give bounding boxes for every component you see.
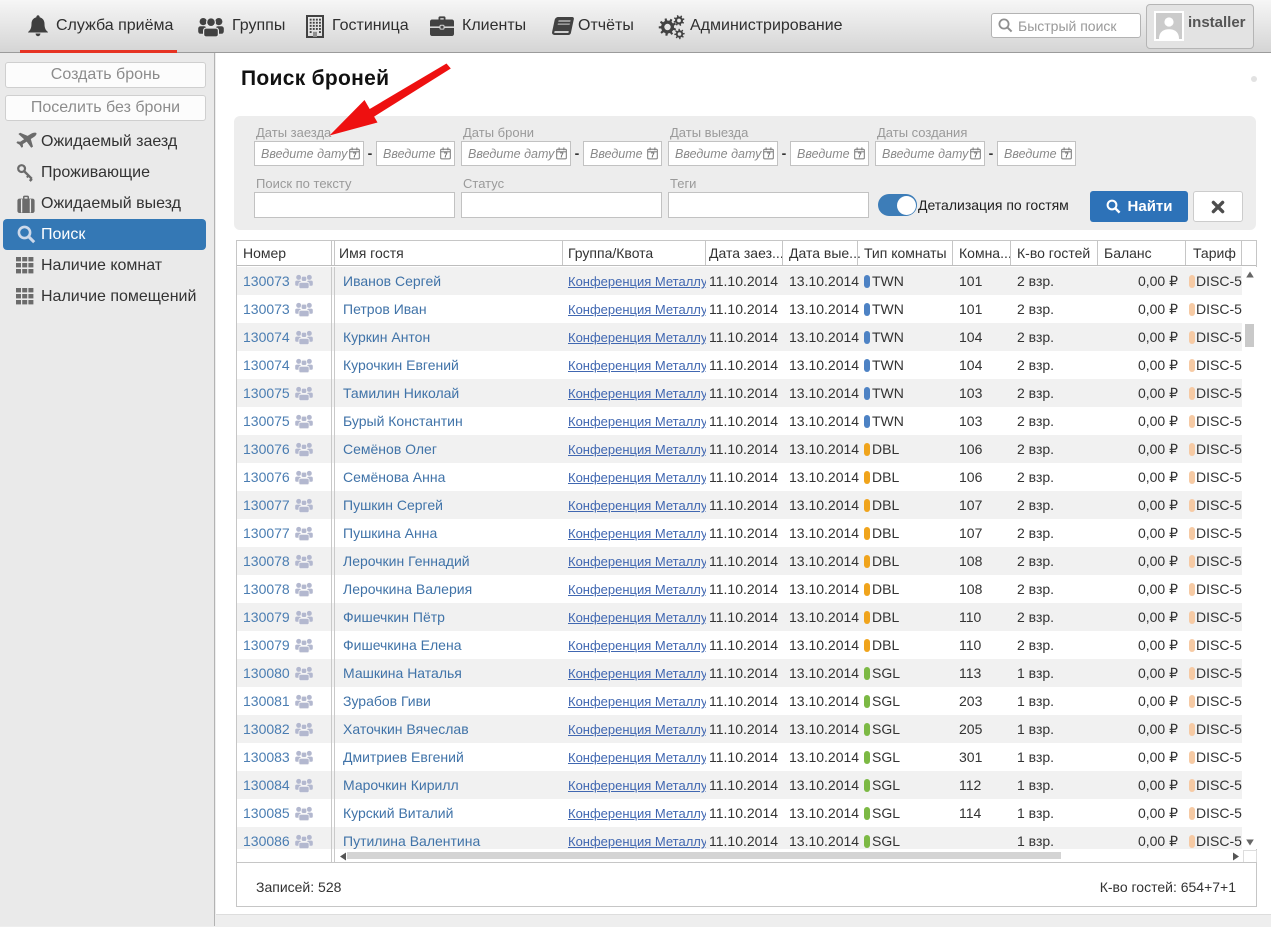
svg-text:7: 7: [353, 153, 357, 160]
svg-text:7: 7: [1065, 153, 1069, 160]
svg-text:7: 7: [767, 153, 771, 160]
svg-text:7: 7: [974, 153, 978, 160]
svg-text:7: 7: [651, 153, 655, 160]
svg-text:7: 7: [444, 153, 448, 160]
svg-text:7: 7: [858, 153, 862, 160]
svg-text:7: 7: [560, 153, 564, 160]
